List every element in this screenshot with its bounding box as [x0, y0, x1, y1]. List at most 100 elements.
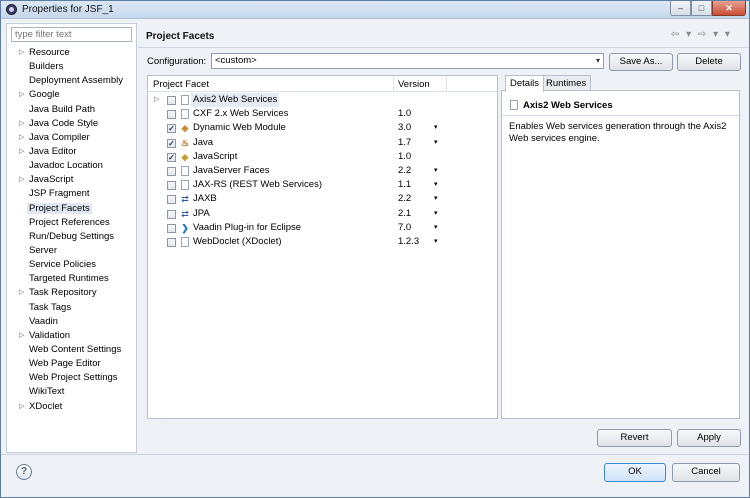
sidebar-item[interactable]: Builders [7, 60, 136, 74]
sidebar-item[interactable]: Vaadin [7, 315, 136, 329]
cancel-button[interactable]: Cancel [672, 463, 740, 482]
sidebar-item[interactable]: ▷ Task Repository [7, 286, 136, 300]
facet-version[interactable]: 1.7 [398, 136, 411, 150]
sidebar-item-label: Project Facets [27, 202, 92, 214]
table-row[interactable]: ⇄ JPA 2.1 ▾ [148, 207, 497, 221]
facet-checkbox[interactable] [167, 96, 176, 105]
table-row[interactable]: WebDoclet (XDoclet) 1.2.3 ▾ [148, 235, 497, 249]
sidebar-item[interactable]: WikiText [7, 385, 136, 399]
chevron-down-icon[interactable]: ▾ [434, 207, 438, 221]
help-icon[interactable]: ? [16, 464, 32, 480]
chevron-down-icon[interactable]: ▾ [434, 121, 438, 135]
table-row[interactable]: ⇄ JAXB 2.2 ▾ [148, 192, 497, 206]
facet-checkbox[interactable] [167, 237, 176, 247]
facet-version[interactable]: 2.2 [398, 192, 411, 206]
sidebar-item[interactable]: Javadoc Location [7, 159, 136, 173]
sidebar-item[interactable]: Deployment Assembly [7, 74, 136, 88]
filter-input[interactable] [11, 27, 132, 42]
sidebar-item[interactable]: Project References [7, 216, 136, 230]
details-panel: Axis2 Web Services Enables Web services … [501, 90, 740, 419]
expand-arrow-icon[interactable]: ▷ [19, 88, 24, 102]
table-row[interactable]: ▷ Axis2 Web Services [148, 93, 497, 107]
table-row[interactable]: ✓ ◈ JavaScript 1.0 [148, 150, 497, 164]
tab-runtimes[interactable]: Runtimes [541, 75, 592, 91]
facet-version[interactable]: 7.0 [398, 221, 411, 235]
sidebar-item[interactable]: Server [7, 244, 136, 258]
table-row[interactable]: JavaServer Faces 2.2 ▾ [148, 164, 497, 178]
sidebar-item[interactable]: JSP Fragment [7, 187, 136, 201]
facet-checkbox[interactable]: ✓ [167, 138, 176, 148]
expand-arrow-icon[interactable]: ▷ [19, 145, 24, 159]
table-row[interactable]: ✓ ◈ Dynamic Web Module 3.0 ▾ [148, 121, 497, 135]
configuration-select[interactable]: <custom> ▾ [211, 53, 604, 69]
expand-arrow-icon[interactable]: ▷ [19, 117, 24, 131]
facet-checkbox[interactable] [167, 181, 176, 191]
sidebar-item[interactable]: Web Page Editor [7, 357, 136, 371]
table-row[interactable]: CXF 2.x Web Services 1.0 [148, 107, 497, 121]
expand-arrow-icon[interactable]: ▷ [19, 329, 24, 343]
sidebar-item[interactable]: ▷ JavaScript [7, 173, 136, 187]
facet-version[interactable]: 1.1 [398, 178, 411, 192]
chevron-down-icon[interactable]: ▾ [434, 164, 438, 178]
tab-details[interactable]: Details [505, 75, 545, 92]
chevron-down-icon[interactable]: ▾ [434, 235, 438, 249]
expand-arrow-icon[interactable]: ▷ [19, 286, 24, 300]
expand-arrow-icon[interactable]: ▷ [19, 131, 24, 145]
sidebar-item[interactable]: ▷ Java Code Style [7, 117, 136, 131]
ok-button[interactable]: OK [604, 463, 666, 482]
chevron-down-icon[interactable]: ▾ [434, 192, 438, 206]
sidebar-item[interactable]: Targeted Runtimes [7, 272, 136, 286]
chevron-down-icon[interactable]: ▾ [434, 136, 438, 150]
sidebar-item[interactable]: ▷ Java Compiler [7, 131, 136, 145]
facet-version[interactable]: 3.0 [398, 121, 411, 135]
close-button[interactable]: ✕ [712, 1, 746, 16]
sidebar-item[interactable]: Project Facets [7, 202, 136, 216]
table-row[interactable]: JAX-RS (REST Web Services) 1.1 ▾ [148, 178, 497, 192]
column-divider [393, 76, 394, 92]
sidebar-item[interactable]: ▷ Google [7, 88, 136, 102]
column-header-facet[interactable]: Project Facet [153, 79, 209, 90]
facet-checkbox[interactable] [167, 209, 176, 219]
revert-button[interactable]: Revert [597, 429, 672, 447]
sidebar-item[interactable]: ▷ XDoclet [7, 400, 136, 414]
expand-arrow-icon[interactable]: ▷ [19, 46, 24, 60]
sidebar-item[interactable]: Java Build Path [7, 103, 136, 117]
expand-arrow-icon[interactable]: ▷ [19, 173, 24, 187]
chevron-down-icon[interactable]: ▾ [434, 178, 438, 192]
facet-name: JAXB [193, 193, 217, 205]
facet-version[interactable]: 2.1 [398, 207, 411, 221]
facet-checkbox[interactable]: ✓ [167, 124, 176, 134]
sidebar-item[interactable]: ▷ Java Editor [7, 145, 136, 159]
facet-checkbox[interactable] [167, 110, 176, 120]
table-row[interactable]: ✓ ♨ Java 1.7 ▾ [148, 136, 497, 150]
delete-button[interactable]: Delete [677, 53, 741, 71]
facet-version[interactable]: 2.2 [398, 164, 411, 178]
sidebar-item[interactable]: Task Tags [7, 301, 136, 315]
configuration-label: Configuration: [147, 56, 207, 67]
minimize-button[interactable]: – [670, 1, 691, 16]
facet-checkbox[interactable] [167, 166, 176, 176]
facet-checkbox[interactable]: ✓ [167, 152, 176, 162]
history-nav-arrows[interactable]: ⇦ ▾ ⇨ ▾ ▾ [671, 29, 732, 40]
sidebar-item[interactable]: Web Content Settings [7, 343, 136, 357]
sidebar-item[interactable]: ▷ Resource [7, 46, 136, 60]
sidebar-item[interactable]: Service Policies [7, 258, 136, 272]
sidebar-item[interactable]: Web Project Settings [7, 371, 136, 385]
details-title: Axis2 Web Services [523, 100, 613, 111]
facet-checkbox[interactable] [167, 195, 176, 205]
sidebar-item-label: Service Policies [29, 259, 97, 271]
sidebar-item-label: Project References [29, 216, 110, 228]
maximize-button[interactable]: □ [691, 1, 712, 16]
expand-arrow-icon[interactable]: ▷ [19, 400, 24, 414]
save-as-button[interactable]: Save As... [609, 53, 673, 71]
apply-button[interactable]: Apply [677, 429, 741, 447]
facet-checkbox[interactable] [167, 223, 176, 233]
column-header-version[interactable]: Version [398, 79, 430, 90]
sidebar-item[interactable]: Run/Debug Settings [7, 230, 136, 244]
facet-version[interactable]: 1.2.3 [398, 235, 419, 249]
chevron-down-icon[interactable]: ▾ [434, 221, 438, 235]
facet-table: Project Facet Version ▷ Axis2 Web Service… [147, 75, 498, 419]
expand-arrow-icon[interactable]: ▷ [154, 93, 159, 107]
sidebar-item[interactable]: ▷ Validation [7, 329, 136, 343]
table-row[interactable]: ❯ Vaadin Plug-in for Eclipse 7.0 ▾ [148, 221, 497, 235]
